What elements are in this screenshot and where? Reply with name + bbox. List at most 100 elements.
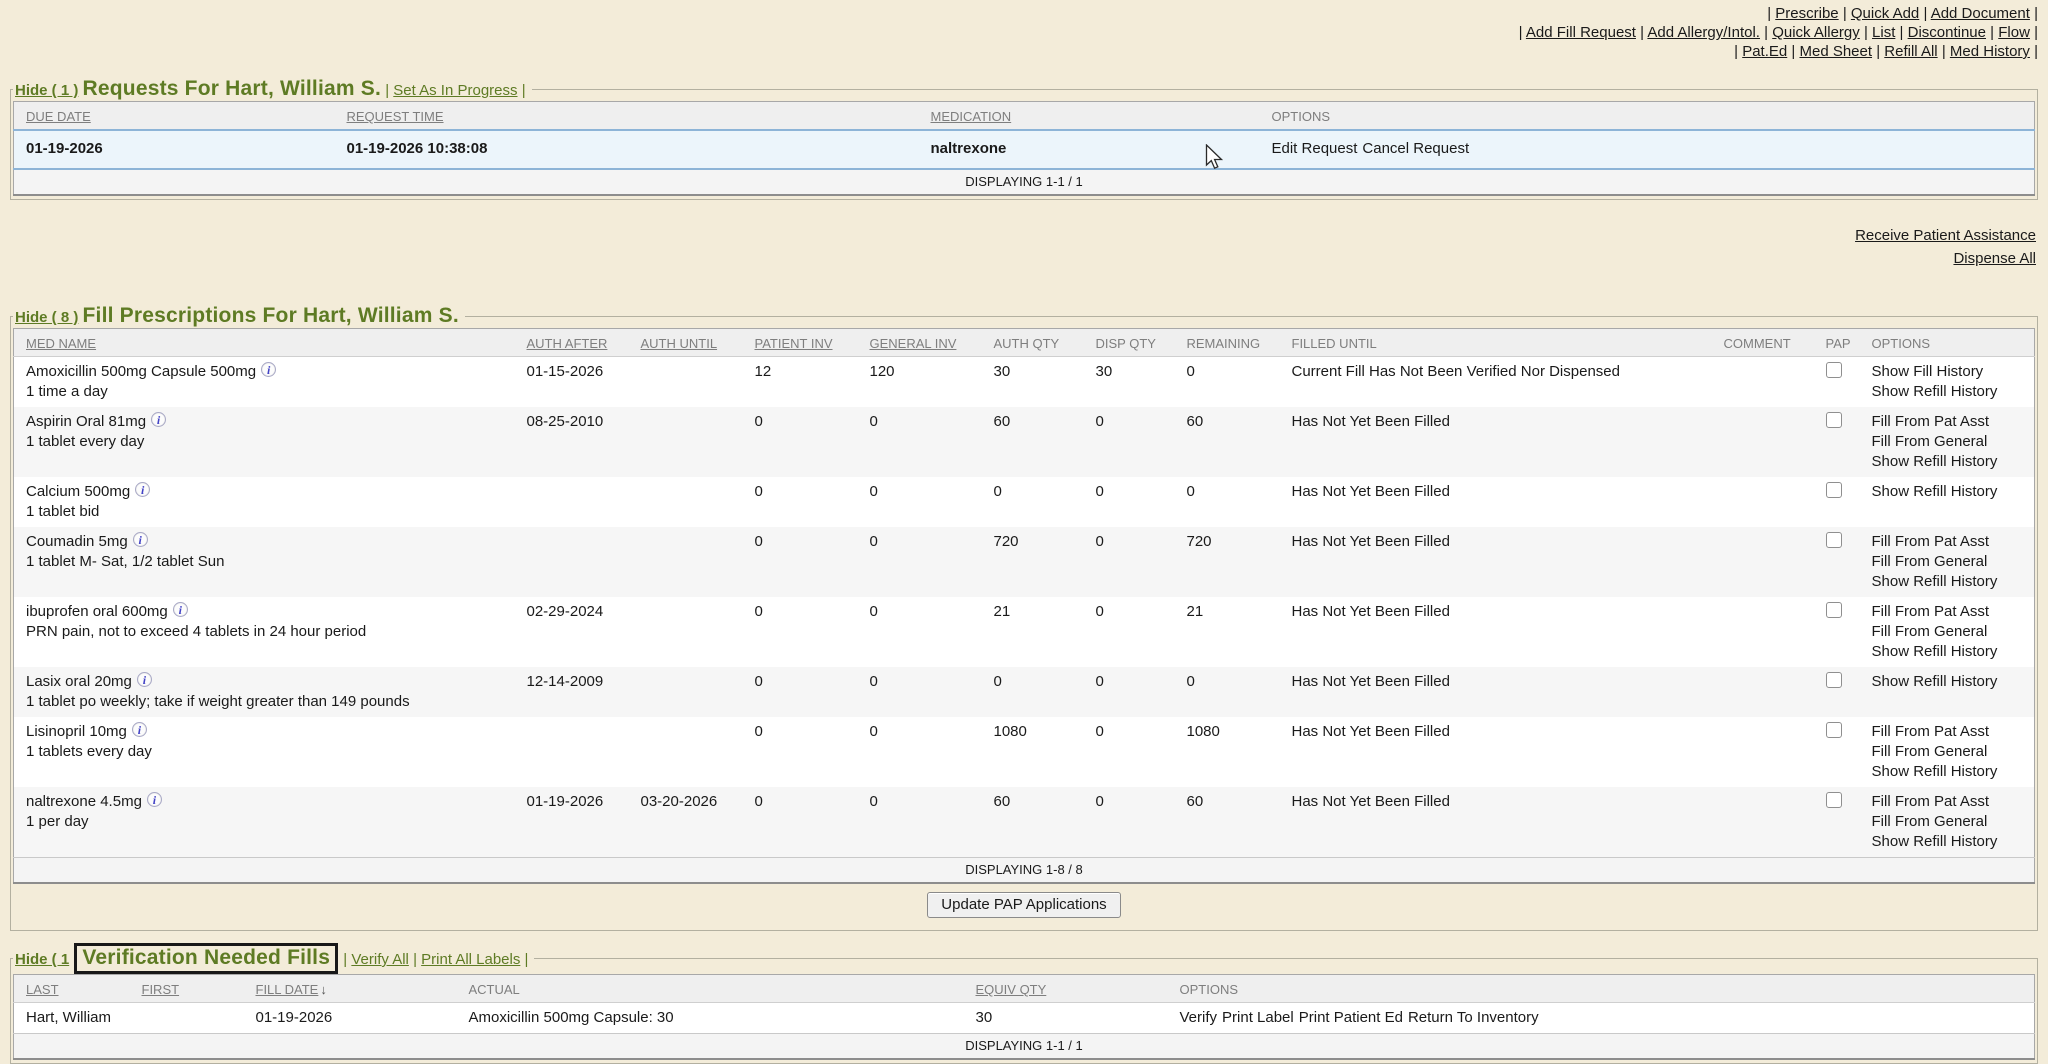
col-header-medication[interactable]: MEDICATION [923, 102, 1264, 131]
receive-patient-assistance-link[interactable]: Receive Patient Assistance [1855, 224, 2036, 247]
option-link[interactable]: Show Refill History [1872, 832, 2027, 852]
option-link[interactable]: Fill From Pat Asst [1872, 722, 2027, 742]
separator: | [1942, 43, 1946, 60]
nav-link-add-allergy-intol[interactable]: Add Allergy/Intol. [1647, 24, 1760, 41]
info-icon[interactable]: i [135, 482, 150, 497]
request-row[interactable]: 01-19-2026 01-19-2026 10:38:08 naltrexon… [14, 130, 2035, 169]
pap-checkbox[interactable] [1826, 412, 1842, 428]
pap-checkbox[interactable] [1826, 792, 1842, 808]
pap-cell [1818, 407, 1864, 477]
option-link[interactable]: Show Refill History [1872, 762, 2027, 782]
pap-checkbox[interactable] [1826, 532, 1842, 548]
comment [1716, 717, 1818, 787]
set-as-in-progress-link[interactable]: Set As In Progress [393, 82, 517, 99]
nav-link-list[interactable]: List [1872, 24, 1895, 41]
options-cell: Fill From Pat Asst Fill From General Sho… [1864, 407, 2035, 477]
col-header-fill-date[interactable]: FILL DATE↓ [248, 975, 461, 1003]
col-header-equiv-qty[interactable]: EQUIV QTY [968, 975, 1172, 1003]
auth-qty: 720 [986, 527, 1088, 597]
pap-cell [1818, 477, 1864, 527]
verification-hide-link[interactable]: Hide ( 1 [15, 951, 69, 968]
pap-checkbox[interactable] [1826, 362, 1842, 378]
col-header-med-name[interactable]: MED NAME [14, 329, 519, 357]
option-link[interactable]: Show Fill History [1872, 362, 2027, 382]
info-icon[interactable]: i [133, 532, 148, 547]
pap-checkbox[interactable] [1826, 722, 1842, 738]
info-icon[interactable]: i [261, 362, 276, 377]
option-link[interactable]: Fill From Pat Asst [1872, 602, 2027, 622]
table-row-aspirin: Aspirin Oral 81mgi 1 tablet every day 08… [14, 407, 2035, 477]
patient-inv: 0 [747, 407, 862, 477]
col-header-general-inv[interactable]: GENERAL INV [862, 329, 986, 357]
nav-link-refill-all[interactable]: Refill All [1884, 43, 1937, 60]
remaining: 60 [1179, 787, 1284, 858]
option-link[interactable]: Fill From General [1872, 742, 2027, 762]
verification-table: LAST FIRST FILL DATE↓ ACTUAL EQUIV QTY O… [13, 974, 2035, 1060]
col-header-request-time[interactable]: REQUEST TIME [339, 102, 923, 131]
option-link[interactable]: Fill From Pat Asst [1872, 532, 2027, 552]
page: { "sep": "|", "colors": { "accent_green"… [0, 0, 2048, 1018]
pap-cell [1818, 717, 1864, 787]
info-icon[interactable]: i [132, 722, 147, 737]
med-sig: 1 tablets every day [26, 742, 511, 762]
nav-link-med-sheet[interactable]: Med Sheet [1799, 43, 1872, 60]
pap-checkbox[interactable] [1826, 482, 1842, 498]
verification-legend: Hide ( 1 Verification Needed Fills | Ver… [13, 943, 534, 974]
edit-request-link[interactable]: Edit Request [1272, 140, 1358, 157]
verification-options: VerifyPrint LabelPrint Patient EdReturn … [1172, 1003, 2035, 1034]
col-header-auth-after[interactable]: AUTH AFTER [519, 329, 633, 357]
print-all-labels-link[interactable]: Print All Labels [421, 951, 520, 968]
sort-descending-icon: ↓ [320, 982, 327, 997]
nav-link-quick-allergy[interactable]: Quick Allergy [1772, 24, 1860, 41]
update-pap-applications-button[interactable]: Update PAP Applications [927, 892, 1120, 918]
verify-all-link[interactable]: Verify All [351, 951, 409, 968]
option-link[interactable]: Fill From Pat Asst [1872, 792, 2027, 812]
nav-link-add-document[interactable]: Add Document [1931, 5, 2030, 22]
col-header-auth-until[interactable]: AUTH UNTIL [633, 329, 747, 357]
nav-link-med-history[interactable]: Med History [1950, 43, 2030, 60]
med-name-cell: Coumadin 5mgi 1 tablet M- Sat, 1/2 table… [14, 527, 519, 597]
fills-button-row: Update PAP Applications [13, 884, 2035, 927]
option-link[interactable]: Fill From General [1872, 432, 2027, 452]
nav-link-pat-ed[interactable]: Pat.Ed [1742, 43, 1787, 60]
comment [1716, 527, 1818, 597]
nav-link-quick-add[interactable]: Quick Add [1851, 5, 1919, 22]
med-name: ibuprofen oral 600mg [26, 603, 168, 620]
nav-link-prescribe[interactable]: Prescribe [1775, 5, 1838, 22]
col-header-last[interactable]: LAST [14, 975, 134, 1003]
col-header-first[interactable]: FIRST [134, 975, 248, 1003]
option-link[interactable]: Show Refill History [1872, 382, 2027, 402]
nav-link-flow[interactable]: Flow [1998, 24, 2030, 41]
med-name-cell: Calcium 500mgi 1 tablet bid [14, 477, 519, 527]
info-icon[interactable]: i [137, 672, 152, 687]
info-icon[interactable]: i [173, 602, 188, 617]
pap-checkbox[interactable] [1826, 672, 1842, 688]
col-header-due-date[interactable]: DUE DATE [14, 102, 339, 131]
option-link[interactable]: Fill From General [1872, 622, 2027, 642]
requests-displaying: DISPLAYING 1-1 / 1 [14, 169, 2035, 195]
disp-qty: 0 [1088, 527, 1179, 597]
option-link[interactable]: Show Refill History [1872, 482, 2027, 502]
fills-hide-link[interactable]: Hide ( 8 ) [15, 309, 78, 326]
auth-after: 08-25-2010 [519, 407, 633, 477]
info-icon[interactable]: i [151, 412, 166, 427]
table-row-lisinopril: Lisinopril 10mgi 1 tablets every day 0 0… [14, 717, 2035, 787]
dispense-all-link[interactable]: Dispense All [1953, 247, 2036, 270]
disp-qty: 0 [1088, 667, 1179, 717]
pap-checkbox[interactable] [1826, 602, 1842, 618]
col-header-pap: PAP [1818, 329, 1864, 357]
nav-link-discontinue[interactable]: Discontinue [1908, 24, 1986, 41]
col-header-patient-inv[interactable]: PATIENT INV [747, 329, 862, 357]
option-link[interactable]: Show Refill History [1872, 672, 2027, 692]
option-link[interactable]: Fill From Pat Asst [1872, 412, 2027, 432]
option-link[interactable]: Show Refill History [1872, 642, 2027, 662]
nav-link-add-fill-request[interactable]: Add Fill Request [1526, 24, 1636, 41]
patient-inv: 0 [747, 787, 862, 858]
option-link[interactable]: Fill From General [1872, 812, 2027, 832]
info-icon[interactable]: i [147, 792, 162, 807]
option-link[interactable]: Fill From General [1872, 552, 2027, 572]
option-link[interactable]: Show Refill History [1872, 572, 2027, 592]
cancel-request-link[interactable]: Cancel Request [1362, 140, 1469, 157]
option-link[interactable]: Show Refill History [1872, 452, 2027, 472]
requests-hide-link[interactable]: Hide ( 1 ) [15, 82, 78, 99]
